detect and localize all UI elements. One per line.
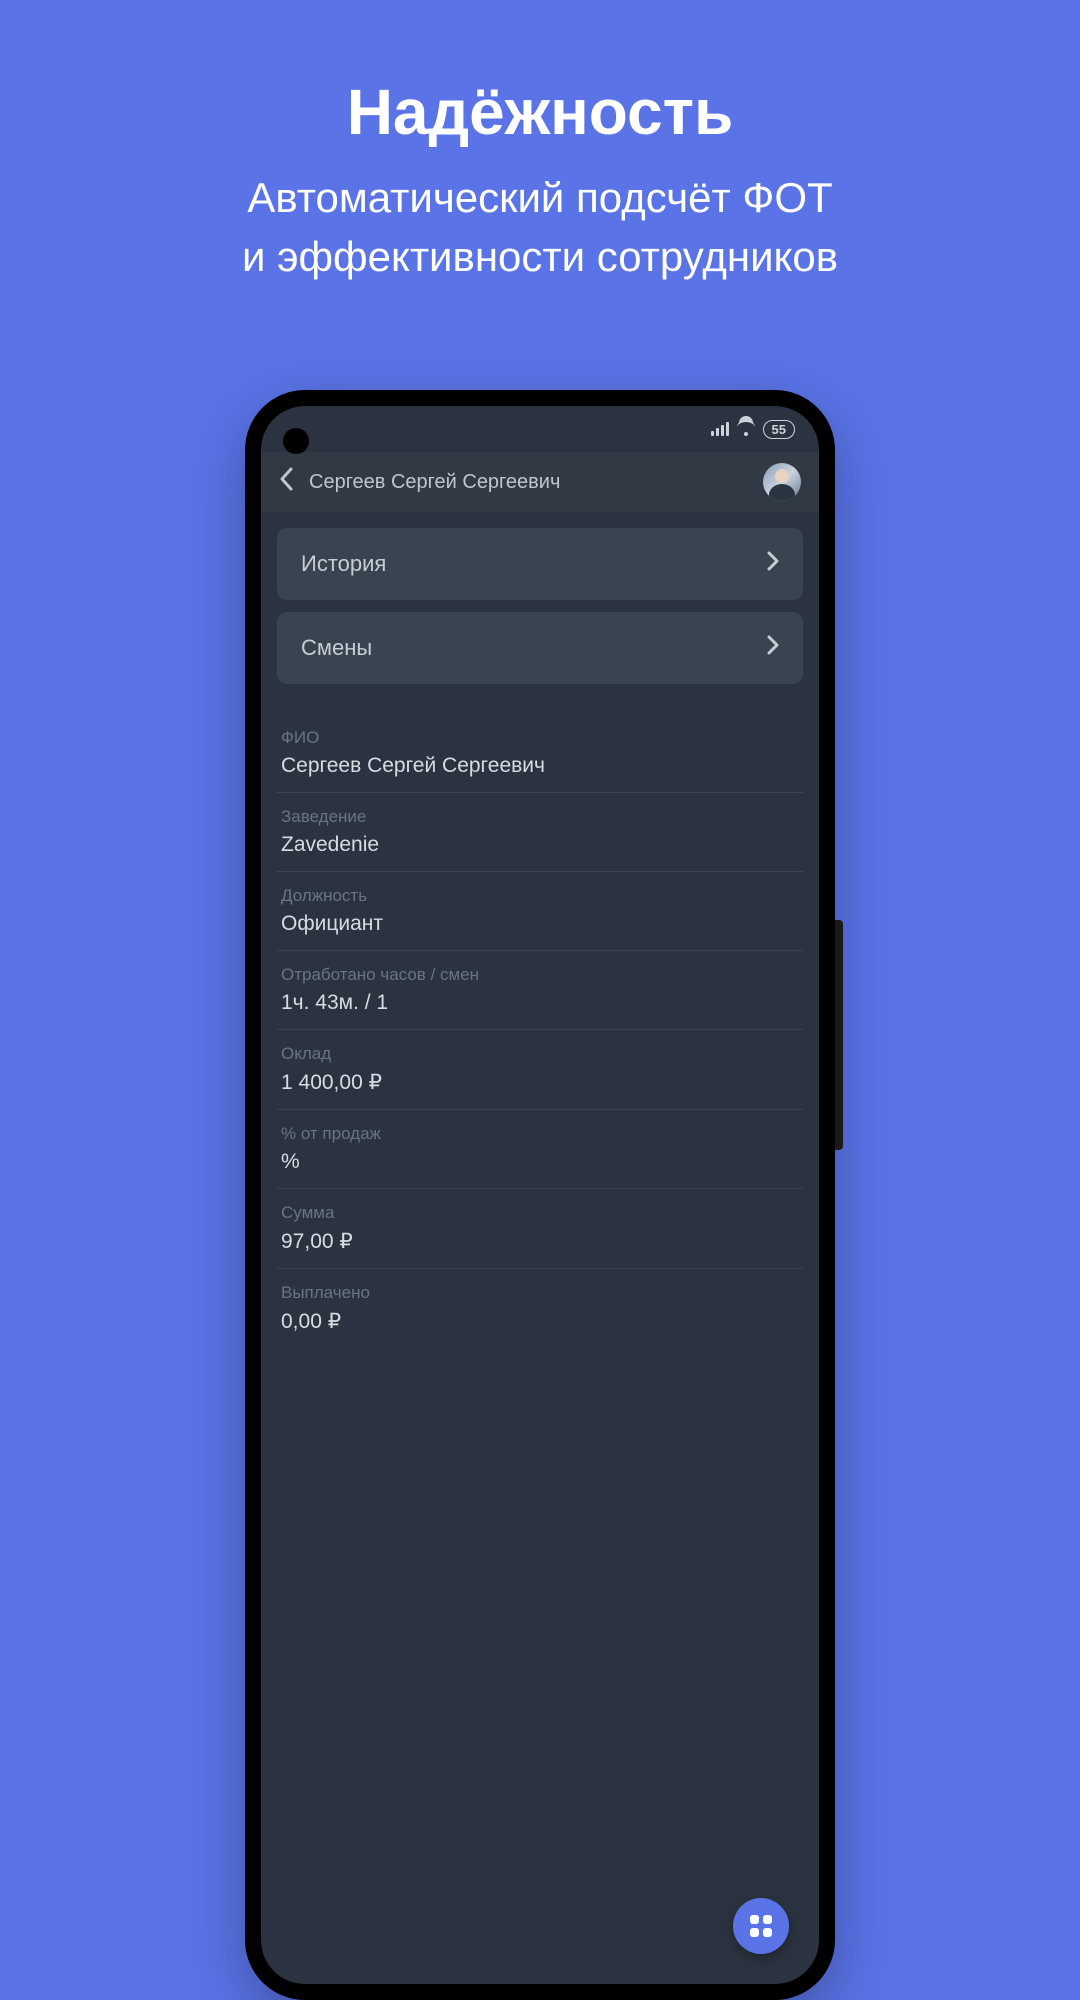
info-row-hours: Отработано часов / смен 1ч. 43м. / 1 [277,951,803,1030]
nav-card-shifts-label: Смены [301,635,372,661]
info-value: Официант [281,912,799,936]
phone-screen: 55 Сергеев Сергей Сергеевич История [261,406,819,1984]
info-label: Заведение [281,807,799,827]
info-label: Должность [281,886,799,906]
nav-card-history[interactable]: История [277,528,803,600]
info-row-name: ФИО Сергеев Сергей Сергеевич [277,714,803,793]
info-label: Сумма [281,1203,799,1223]
info-value: % [281,1150,799,1174]
camera-hole [283,428,309,454]
nav-card-history-label: История [301,551,386,577]
info-value: 97,00 ₽ [281,1229,799,1254]
wifi-icon [737,422,755,436]
chevron-right-icon [767,634,779,662]
info-label: Отработано часов / смен [281,965,799,985]
promo-subtitle-line1: Автоматический подсчёт ФОТ [247,174,832,221]
info-row-sum: Сумма 97,00 ₽ [277,1189,803,1269]
avatar[interactable] [763,463,801,501]
info-label: Выплачено [281,1283,799,1303]
info-value: 1ч. 43м. / 1 [281,991,799,1015]
header-title: Сергеев Сергей Сергеевич [309,471,747,494]
info-value: 0,00 ₽ [281,1309,799,1334]
app-header: Сергеев Сергей Сергеевич [261,452,819,512]
info-value: 1 400,00 ₽ [281,1070,799,1095]
info-value: Zavedenie [281,833,799,857]
info-row-position: Должность Официант [277,872,803,951]
info-label: ФИО [281,728,799,748]
chevron-right-icon [767,550,779,578]
info-row-venue: Заведение Zavedenie [277,793,803,872]
info-row-percent: % от продаж % [277,1110,803,1189]
promo-subtitle: Автоматический подсчёт ФОТ и эффективнос… [0,169,1080,287]
grid-icon [750,1915,772,1937]
battery-indicator: 55 [763,420,795,439]
info-section: ФИО Сергеев Сергей Сергеевич Заведение Z… [277,714,803,1348]
info-row-paid: Выплачено 0,00 ₽ [277,1269,803,1348]
status-icons: 55 [711,420,795,439]
info-value: Сергеев Сергей Сергеевич [281,754,799,778]
status-bar: 55 [261,406,819,452]
back-icon[interactable] [279,466,293,498]
info-label: % от продаж [281,1124,799,1144]
info-row-salary: Оклад 1 400,00 ₽ [277,1030,803,1110]
fab-menu-button[interactable] [733,1898,789,1954]
signal-icon [711,422,729,436]
phone-frame: 55 Сергеев Сергей Сергеевич История [245,390,835,2000]
promo-subtitle-line2: и эффективности сотрудников [242,233,838,280]
info-label: Оклад [281,1044,799,1064]
nav-card-shifts[interactable]: Смены [277,612,803,684]
phone-side-button [835,920,843,1150]
promo-title: Надёжность [0,75,1080,149]
content-area: История Смены ФИО Сергеев С [261,512,819,1348]
